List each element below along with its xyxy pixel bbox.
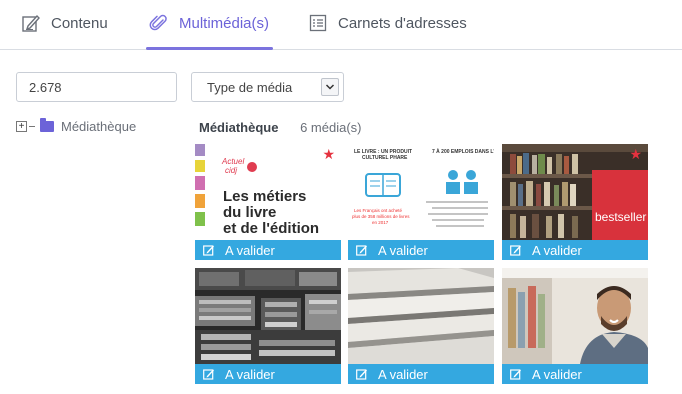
edit-document-icon [20,12,42,34]
media-tile[interactable]: Actuel cidj Les métiers du livre et de l… [195,144,341,260]
status-bar: A valider [502,240,648,260]
tab-contenu-label: Contenu [51,14,108,32]
expand-icon[interactable]: + [16,121,27,132]
status-label: A valider [225,242,275,258]
thumb-text: et de l'édition [223,220,319,237]
edit-icon[interactable] [203,368,215,380]
thumb-text: CULTUREL PHARE [362,155,408,161]
tree-connector [29,126,35,127]
status-label: A valider [378,366,428,382]
list-icon [307,12,329,34]
thumbnail-metiers-livre: Actuel cidj Les métiers du livre et de l… [195,144,341,240]
thumbnail-book-piles [195,268,341,364]
thumbnail-book-stack [348,268,494,364]
search-input[interactable] [16,72,177,102]
tab-carnets[interactable]: Carnets d'adresses [307,10,467,36]
favorite-star-icon[interactable]: ★ [322,146,335,162]
media-tile[interactable]: bestseller ★ A valider [502,144,648,260]
media-tile[interactable]: LE LIVRE : UN PRODUIT CULTUREL PHARE 7 À… [348,144,494,260]
edit-icon[interactable] [356,244,368,256]
media-count: 6 média(s) [300,120,362,135]
thumb-text: en 2017 [372,220,389,225]
thumb-text: Actuel [221,157,244,166]
tab-carnets-label: Carnets d'adresses [338,14,467,32]
edit-icon[interactable] [510,368,522,380]
tab-contenu[interactable]: Contenu [20,10,108,36]
edit-icon[interactable] [356,368,368,380]
status-label: A valider [378,242,428,258]
media-tile[interactable]: A valider [502,268,648,384]
status-bar: A valider [195,364,341,384]
folder-icon [40,118,54,132]
thumb-text: bestseller [595,210,646,224]
gallery-title: Médiathèque [199,120,279,135]
status-label: A valider [532,366,582,382]
edit-icon[interactable] [203,244,215,256]
tab-multimedia[interactable]: Multimédia(s) [145,10,274,50]
media-tile[interactable]: A valider [195,268,341,384]
thumb-text: du livre [223,204,276,221]
thumb-text: Les métiers [223,188,306,205]
favorite-star-icon[interactable]: ★ [629,146,642,162]
thumbnail-infographic: LE LIVRE : UN PRODUIT CULTUREL PHARE 7 À… [348,144,494,240]
thumb-text: cidj [225,166,237,175]
folder-tree: + Médiathèque [16,118,136,134]
paperclip-icon [148,12,170,34]
media-type-value: Type de média [207,79,293,95]
media-tile[interactable]: A valider [348,268,494,384]
thumb-text: plus de 358 millions de livres [352,214,410,219]
thumb-text: 7 À 200 EMPLOIS DANS L'É... [432,147,494,155]
tab-multimedia-label: Multimédia(s) [179,14,270,32]
tab-bar: Contenu Multimédia(s) Carnets d'adresses [0,0,682,50]
thumbnail-bookshelf: bestseller [502,144,648,240]
thumbnail-bookseller-portrait [502,268,648,364]
status-label: A valider [225,366,275,382]
status-bar: A valider [348,240,494,260]
media-type-select[interactable]: Type de média [191,72,344,102]
status-bar: A valider [502,364,648,384]
chevron-down-icon[interactable] [321,78,339,96]
edit-icon[interactable] [510,244,522,256]
tree-root-label[interactable]: Médiathèque [61,119,136,134]
status-bar: A valider [348,364,494,384]
status-label: A valider [532,242,582,258]
thumb-text: Les Français ont acheté [354,208,403,213]
gallery-header: Médiathèque 6 média(s) [199,120,362,135]
status-bar: A valider [195,240,341,260]
